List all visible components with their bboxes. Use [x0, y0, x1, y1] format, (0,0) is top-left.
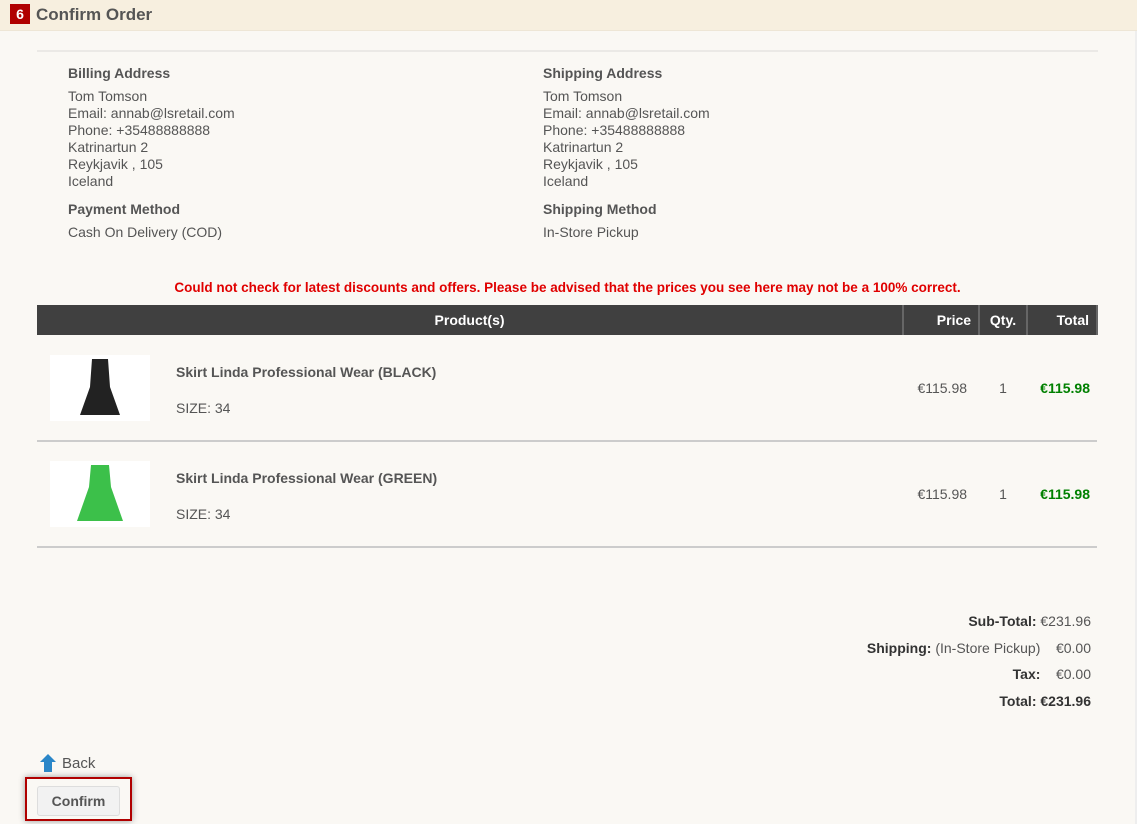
shipping-label: Shipping:: [866, 639, 932, 656]
table-row: Skirt Linda Professional Wear (GREEN) SIZ…: [37, 441, 1097, 548]
total-value: €231.96: [1040, 692, 1091, 709]
col-total: Total: [1027, 305, 1098, 335]
product-name: Skirt Linda Professional Wear (GREEN): [176, 470, 438, 486]
tax-label: Tax:: [1012, 666, 1041, 682]
shipping-line: Iceland: [543, 173, 589, 189]
order-table: Product(s) Price Qty. Total Skirt Linda …: [37, 305, 1098, 548]
step-header: 6 Confirm Order: [0, 0, 1137, 31]
billing-line: Phone: +35488888888: [68, 122, 211, 138]
billing-line: Reykjavik , 105: [68, 156, 163, 172]
divider: [37, 50, 1098, 52]
shipping-line: Email: annab@lsretail.com: [543, 105, 710, 121]
product-name: Skirt Linda Professional Wear (BLACK): [176, 363, 437, 380]
product-price: €115.98: [903, 335, 980, 442]
product-size: SIZE: 34: [176, 399, 231, 416]
back-label: Back: [62, 754, 96, 772]
shipping-line: Phone: +35488888888: [543, 122, 686, 138]
shipping-address: Shipping Address Tom Tomson Email: annab…: [543, 65, 710, 241]
col-qty: Qty.: [979, 305, 1028, 335]
page-title: Confirm Order: [36, 5, 153, 24]
shipping-line: Tom Tomson: [543, 88, 623, 104]
shipping-value: €0.00: [1055, 639, 1091, 656]
col-products: Product(s): [37, 305, 905, 335]
billing-heading: Billing Address: [68, 65, 171, 81]
product-total: €115.98: [1027, 441, 1097, 548]
total-label: Total:: [999, 692, 1037, 709]
tax-value: €0.00: [1055, 666, 1091, 682]
subtotal-label: Sub-Total:: [968, 613, 1037, 629]
shipping-method: In-Store Pickup: [543, 224, 639, 240]
product-qty: 1: [979, 441, 1027, 548]
shipping-line: Reykjavik , 105: [543, 156, 638, 172]
product-price: €115.98: [903, 441, 980, 548]
shipping-note: (In-Store Pickup): [935, 639, 1041, 656]
col-price: Price: [903, 305, 981, 335]
product-image: [50, 354, 150, 421]
shipping-line: Katrinartun 2: [543, 139, 624, 155]
billing-line: Katrinartun 2: [68, 139, 149, 155]
payment-heading: Payment Method: [68, 201, 181, 217]
price-warning: Could not check for latest discounts and…: [174, 280, 961, 295]
back-link[interactable]: Back: [40, 754, 95, 772]
billing-address: Billing Address Tom Tomson Email: annab@…: [68, 65, 235, 241]
shipping-heading: Shipping Address: [543, 65, 663, 81]
billing-line: Email: annab@lsretail.com: [68, 105, 235, 121]
product-size: SIZE: 34: [176, 506, 231, 522]
table-row: Skirt Linda Professional Wear (BLACK) SIZ…: [37, 335, 1097, 442]
billing-line: Tom Tomson: [68, 88, 148, 104]
subtotal-value: €231.96: [1040, 613, 1091, 629]
step-number-badge: 6: [10, 4, 30, 24]
product-total: €115.98: [1027, 335, 1097, 442]
order-totals: Sub-Total: €231.96 Shipping: (In-Store P…: [867, 608, 1091, 714]
shipping-method-heading: Shipping Method: [543, 201, 657, 217]
product-qty: 1: [979, 335, 1027, 442]
billing-line: Iceland: [68, 173, 114, 189]
confirm-button[interactable]: Confirm: [37, 786, 120, 816]
arrow-up-icon: [40, 754, 56, 772]
payment-method: Cash On Delivery (COD): [68, 224, 223, 240]
product-image: [50, 461, 150, 527]
